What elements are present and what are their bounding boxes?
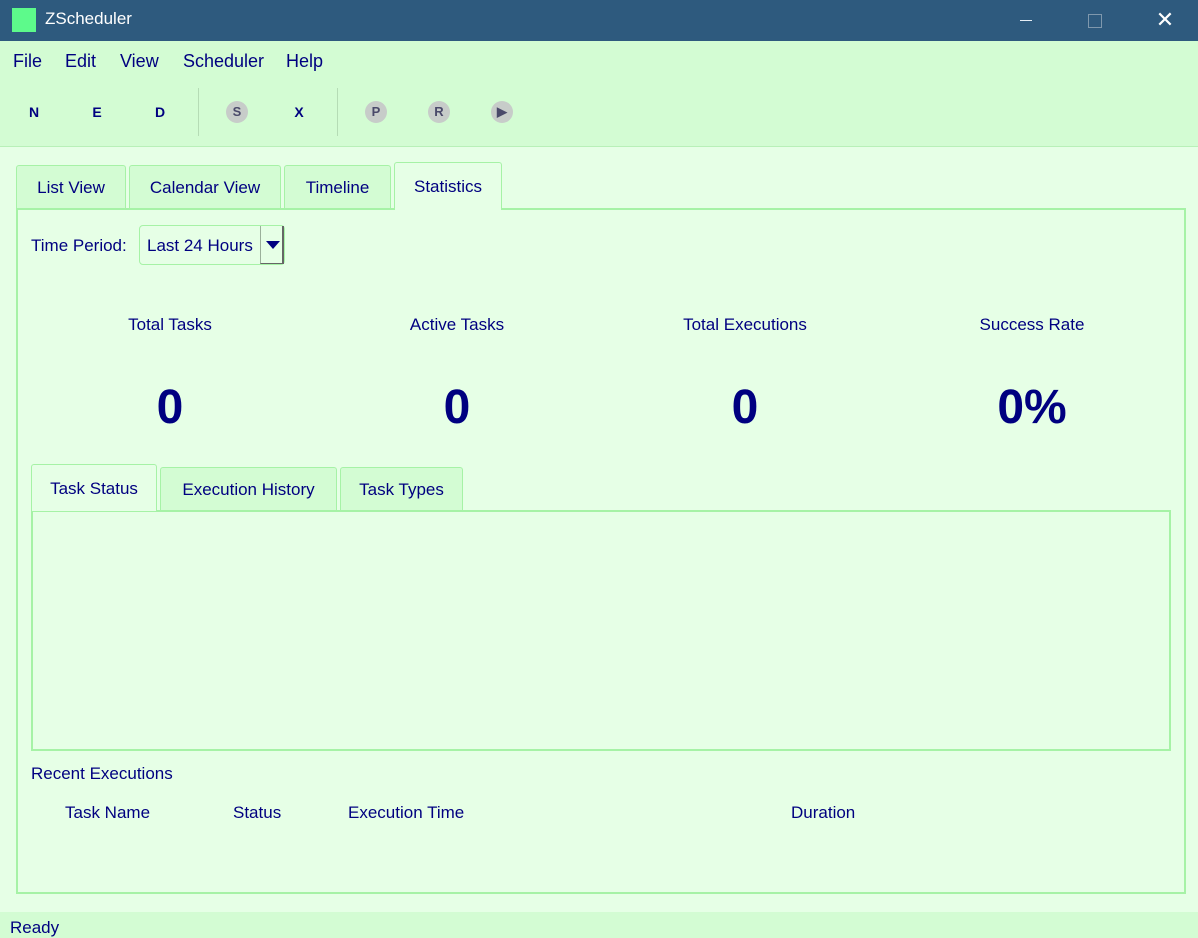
run-button[interactable]: ▶ (491, 101, 513, 123)
app-icon (12, 8, 36, 32)
stat-value-active-tasks: 0 (443, 381, 471, 434)
stat-label-success-rate: Success Rate (979, 315, 1085, 334)
menu-scheduler[interactable]: Scheduler (183, 51, 264, 72)
close-button[interactable]: ✕ (1142, 0, 1188, 41)
status-text: Ready (10, 918, 60, 937)
tab-execution-history[interactable]: Execution History (160, 467, 337, 511)
recent-executions-title: Recent Executions (31, 764, 173, 783)
status-bar: Ready (0, 912, 1198, 937)
column-header-execution-time[interactable]: Execution Time (348, 803, 464, 823)
tab-timeline[interactable]: Timeline (284, 165, 391, 209)
new-task-button[interactable]: N (23, 101, 45, 123)
chevron-down-icon[interactable] (260, 226, 284, 264)
minimize-icon (1020, 20, 1032, 22)
tab-calendar-view[interactable]: Calendar View (129, 165, 281, 209)
stop-scheduler-button[interactable]: X (288, 101, 310, 123)
stat-label-total-tasks: Total Tasks (128, 315, 212, 334)
task-status-chart-area (31, 510, 1171, 751)
tab-task-types[interactable]: Task Types (340, 467, 463, 511)
tab-list-view[interactable]: List View (16, 165, 126, 209)
close-icon: ✕ (1155, 7, 1175, 32)
time-period-value: Last 24 Hours (147, 236, 253, 255)
menu-file[interactable]: File (13, 51, 42, 72)
start-scheduler-button[interactable]: S (226, 101, 248, 123)
tab-statistics[interactable]: Statistics (394, 162, 502, 210)
column-header-task-name[interactable]: Task Name (65, 803, 150, 823)
menu-help[interactable]: Help (286, 51, 323, 72)
tab-task-status[interactable]: Task Status (31, 464, 157, 511)
toolbar-separator (198, 88, 199, 136)
time-period-select[interactable]: Last 24 Hours (139, 225, 285, 265)
maximize-button[interactable] (1072, 0, 1118, 41)
stat-label-total-executions: Total Executions (683, 315, 807, 334)
stat-value-total-executions: 0 (731, 381, 759, 434)
resume-button[interactable]: R (428, 101, 450, 123)
column-header-duration[interactable]: Duration (791, 803, 855, 823)
pause-button[interactable]: P (365, 101, 387, 123)
stat-value-total-tasks: 0 (156, 381, 184, 434)
column-header-status[interactable]: Status (233, 803, 281, 823)
menu-bar: File Edit View Scheduler Help (0, 41, 1198, 79)
menu-edit[interactable]: Edit (65, 51, 96, 72)
toolbar: N E D S X P R ▶ (0, 79, 1198, 147)
delete-task-button[interactable]: D (149, 101, 171, 123)
stat-value-success-rate: 0% (997, 381, 1067, 434)
toolbar-separator (337, 88, 338, 136)
edit-task-button[interactable]: E (86, 101, 108, 123)
minimize-button[interactable] (1003, 0, 1049, 41)
menu-view[interactable]: View (120, 51, 159, 72)
maximize-icon (1088, 13, 1102, 28)
time-period-label: Time Period: (31, 236, 127, 255)
window-title: ZScheduler (45, 9, 132, 28)
stat-label-active-tasks: Active Tasks (409, 315, 505, 334)
title-bar: ZScheduler ✕ (0, 0, 1198, 41)
